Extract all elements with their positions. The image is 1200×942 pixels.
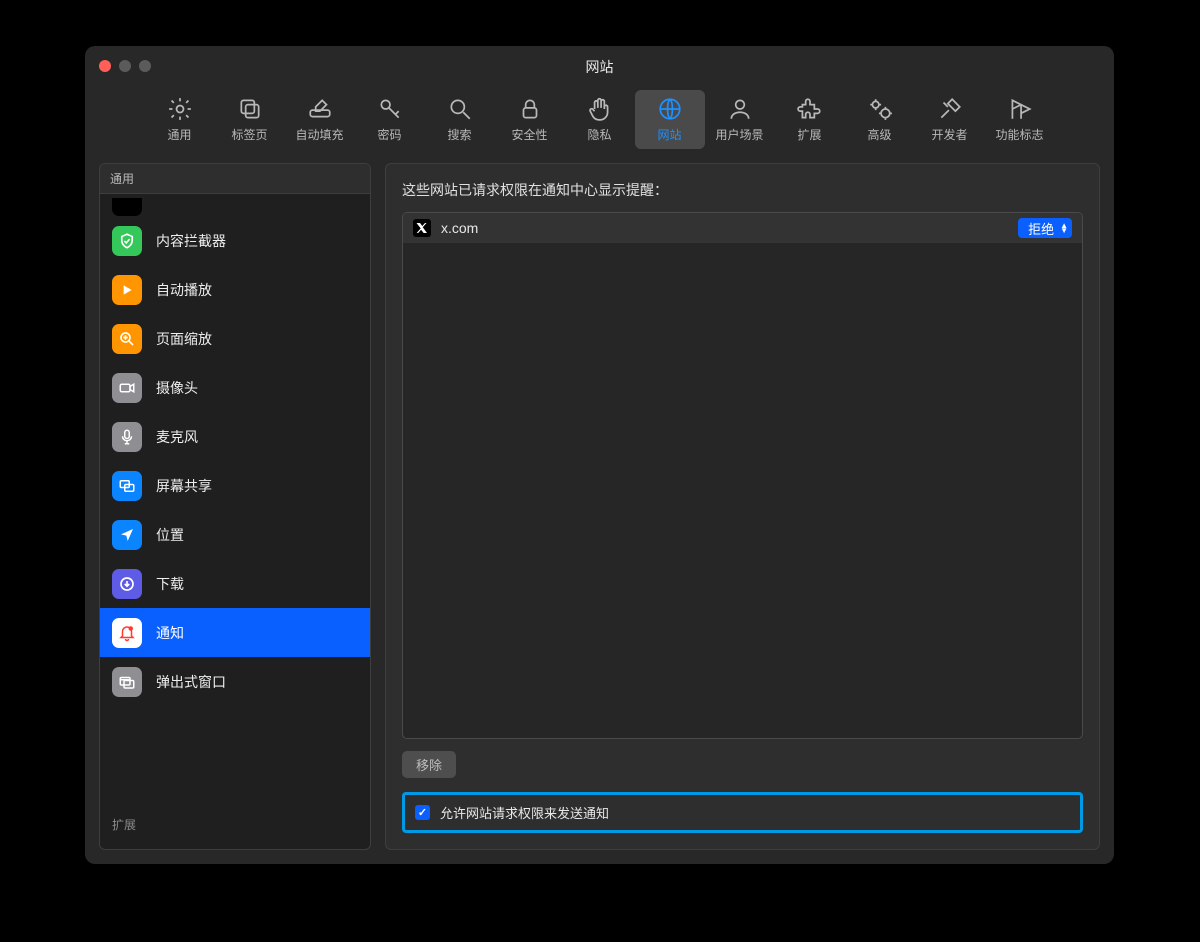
tab-passwords[interactable]: 密码 [355, 90, 425, 149]
lock-icon [517, 96, 543, 122]
sidebar-item-page-zoom[interactable]: 页面缩放 [100, 314, 370, 363]
tab-general[interactable]: 通用 [145, 90, 215, 149]
tab-label: 搜索 [447, 126, 471, 143]
tab-label: 开发者 [931, 126, 967, 143]
tab-label: 扩展 [797, 126, 821, 143]
sidebar-header: 通用 [100, 164, 370, 194]
titlebar: 网站 [85, 46, 1114, 88]
camera-icon [112, 373, 142, 403]
windows-icon [112, 667, 142, 697]
microphone-icon [112, 422, 142, 452]
play-icon [112, 275, 142, 305]
zoom-in-icon [112, 324, 142, 354]
tab-search[interactable]: 搜索 [425, 90, 495, 149]
close-window-button[interactable] [99, 60, 111, 72]
checkbox-checked-icon[interactable]: ✓ [415, 805, 430, 820]
checkbox-label: 允许网站请求权限来发送通知 [440, 803, 609, 822]
tab-label: 用户场景 [715, 126, 763, 143]
tab-label: 通用 [167, 126, 191, 143]
sidebar-item-content-blockers[interactable]: 内容拦截器 [100, 216, 370, 265]
puzzle-icon [797, 96, 823, 122]
screens-icon [112, 471, 142, 501]
sidebar-item-notifications[interactable]: 通知 [100, 608, 370, 657]
sidebar-item-autoplay[interactable]: 自动播放 [100, 265, 370, 314]
sidebar-footer: 扩展 [100, 806, 370, 849]
main-panel: 这些网站已请求权限在通知中心显示提醒： x.com 拒绝 ▲▼ 移除 ✓ [385, 163, 1100, 850]
sidebar-list[interactable]: 内容拦截器 自动播放 页面缩放 摄像头 麦克风 [100, 194, 370, 806]
tab-extensions[interactable]: 扩展 [775, 90, 845, 149]
shield-check-icon [112, 226, 142, 256]
sidebar-item-microphone[interactable]: 麦克风 [100, 412, 370, 461]
key-icon [377, 96, 403, 122]
tab-label: 网站 [657, 126, 681, 143]
panel-heading: 这些网站已请求权限在通知中心显示提醒： [402, 180, 1083, 200]
sidebar-item-popups[interactable]: 弹出式窗口 [100, 657, 370, 706]
globe-icon [657, 96, 683, 122]
sidebar-item-label: 页面缩放 [156, 329, 212, 349]
tab-label: 安全性 [511, 126, 547, 143]
permission-select[interactable]: 拒绝 ▲▼ [1018, 218, 1072, 238]
traffic-lights [99, 60, 151, 72]
preferences-window: 网站 通用 标签页 自动填充 密码 搜索 安全性 隐私 [85, 46, 1114, 864]
tab-label: 功能标志 [995, 126, 1043, 143]
window-title: 网站 [85, 57, 1114, 77]
sidebar-item-truncated[interactable] [100, 196, 370, 216]
sidebar-item-label: 摄像头 [156, 378, 198, 398]
sidebar-item-screen-sharing[interactable]: 屏幕共享 [100, 461, 370, 510]
tools-icon [937, 96, 963, 122]
tab-label: 高级 [867, 126, 891, 143]
tabs-icon [237, 96, 263, 122]
gear-icon [167, 96, 193, 122]
tab-profiles[interactable]: 用户场景 [705, 90, 775, 149]
tab-advanced[interactable]: 高级 [845, 90, 915, 149]
sidebar-item-label: 自动播放 [156, 280, 212, 300]
sidebar-item-label: 下载 [156, 574, 184, 594]
sidebar-item-label: 麦克风 [156, 427, 198, 447]
permission-value: 拒绝 [1028, 219, 1054, 238]
download-icon [112, 569, 142, 599]
person-icon [727, 96, 753, 122]
tab-websites[interactable]: 网站 [635, 90, 705, 149]
sidebar-item-label: 通知 [156, 623, 184, 643]
allow-request-checkbox-row[interactable]: ✓ 允许网站请求权限来发送通知 [402, 792, 1083, 833]
website-row[interactable]: x.com 拒绝 ▲▼ [403, 213, 1082, 243]
zoom-window-button[interactable] [139, 60, 151, 72]
pencil-field-icon [307, 96, 333, 122]
tab-autofill[interactable]: 自动填充 [285, 90, 355, 149]
preferences-toolbar: 通用 标签页 自动填充 密码 搜索 安全性 隐私 网站 [85, 88, 1114, 163]
x-logo-icon [413, 219, 431, 237]
gears-icon [867, 96, 893, 122]
search-icon [447, 96, 473, 122]
sidebar-item-camera[interactable]: 摄像头 [100, 363, 370, 412]
settings-sidebar: 通用 内容拦截器 自动播放 页面缩放 [99, 163, 371, 850]
tab-feature-flags[interactable]: 功能标志 [985, 90, 1055, 149]
tab-label: 自动填充 [295, 126, 343, 143]
tab-label: 标签页 [231, 126, 267, 143]
sidebar-item-location[interactable]: 位置 [100, 510, 370, 559]
sidebar-item-downloads[interactable]: 下载 [100, 559, 370, 608]
chevrons-icon: ▲▼ [1060, 223, 1068, 233]
sidebar-item-label: 内容拦截器 [156, 231, 226, 251]
sidebar-item-label: 位置 [156, 525, 184, 545]
tab-developer[interactable]: 开发者 [915, 90, 985, 149]
bell-icon [112, 618, 142, 648]
tab-label: 密码 [377, 126, 401, 143]
website-domain: x.com [441, 220, 1018, 236]
remove-button[interactable]: 移除 [402, 751, 456, 778]
location-arrow-icon [112, 520, 142, 550]
tab-label: 隐私 [587, 126, 611, 143]
flags-icon [1007, 96, 1033, 122]
minimize-window-button[interactable] [119, 60, 131, 72]
websites-list[interactable]: x.com 拒绝 ▲▼ [402, 212, 1083, 739]
tab-security[interactable]: 安全性 [495, 90, 565, 149]
sidebar-item-label: 弹出式窗口 [156, 672, 226, 692]
tab-tabs[interactable]: 标签页 [215, 90, 285, 149]
sidebar-item-label: 屏幕共享 [156, 476, 212, 496]
hand-icon [587, 96, 613, 122]
tab-privacy[interactable]: 隐私 [565, 90, 635, 149]
